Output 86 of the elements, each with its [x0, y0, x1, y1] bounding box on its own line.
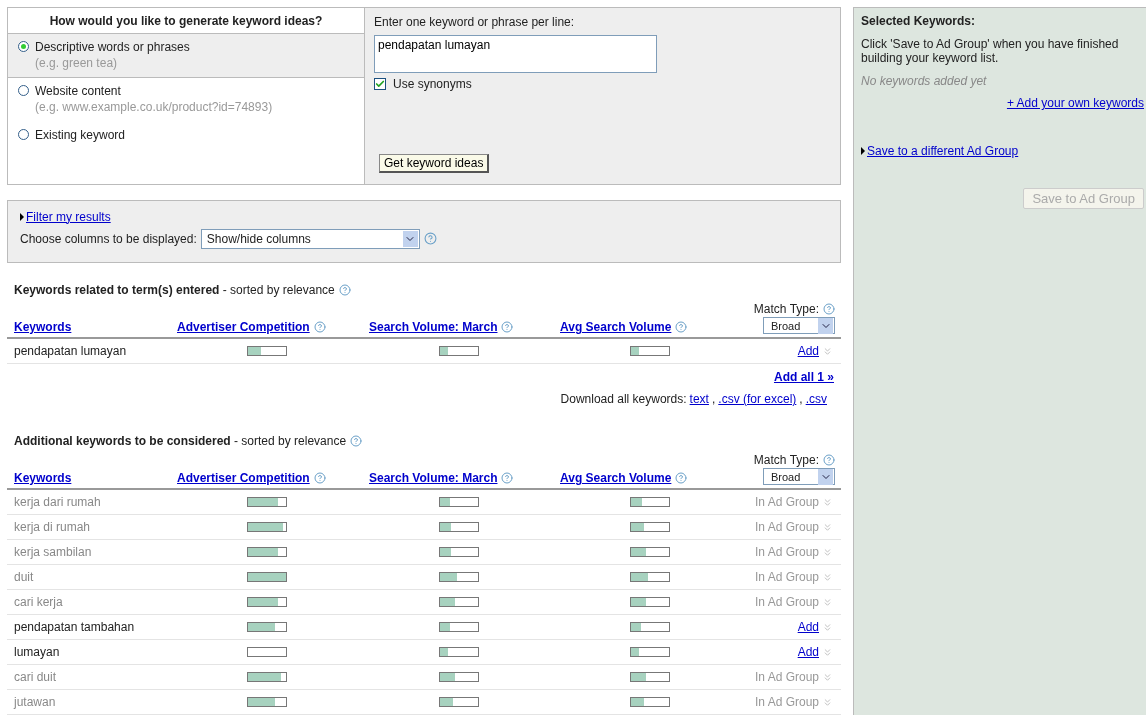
keyword-text: pendapatan tambahan: [14, 620, 136, 634]
help-icon[interactable]: [823, 454, 835, 466]
in-ad-group-label: In Ad Group: [754, 695, 819, 709]
column-header-link[interactable]: Avg Search Volume: [560, 471, 672, 485]
add-own-keywords-link[interactable]: + Add your own keywords: [1006, 96, 1144, 110]
in-ad-group-label: In Ad Group: [754, 570, 819, 584]
expand-icon[interactable]: [822, 521, 833, 533]
radio-button[interactable]: [18, 85, 29, 96]
help-icon[interactable]: [823, 303, 835, 315]
expand-icon[interactable]: [822, 696, 833, 708]
expand-icon[interactable]: [822, 496, 833, 508]
column-header-link[interactable]: Search Volume: March: [369, 320, 498, 334]
option-label: Existing keyword: [35, 128, 126, 142]
option-label: Website content: [35, 84, 122, 98]
panel-title: Selected Keywords:: [861, 14, 977, 28]
triangle-icon: [861, 147, 865, 155]
keyword-input[interactable]: pendapatan lumayan: [374, 35, 657, 73]
match-type-label: Match Type:: [753, 302, 819, 316]
keyword-text: lumayan: [14, 645, 61, 659]
in-ad-group-label: In Ad Group: [754, 595, 819, 609]
option-label: Descriptive words or phrases: [35, 40, 190, 54]
download-link[interactable]: .csv (for excel): [718, 392, 797, 406]
separator: ,: [711, 392, 716, 406]
get-ideas-button[interactable]: Get keyword ideas: [379, 153, 490, 173]
synonyms-checkbox[interactable]: [374, 78, 386, 90]
keyword-text: cari kerja: [14, 595, 64, 609]
keyword-text: kerja sambilan: [14, 545, 93, 559]
radio-button[interactable]: [18, 129, 29, 140]
radio-button[interactable]: [18, 41, 29, 52]
keyword-text: kerja dari rumah: [14, 495, 102, 509]
help-icon[interactable]: [501, 472, 514, 484]
option-example: (e.g. www.example.co.uk/product?id=74893): [35, 100, 273, 114]
section-title: Additional keywords to be considered - sorted by relevance: [14, 434, 347, 448]
expand-icon[interactable]: [822, 596, 833, 608]
download-link[interactable]: .csv: [805, 392, 827, 406]
help-icon[interactable]: [675, 321, 688, 333]
keyword-text: pendapatan lumayan: [14, 344, 128, 358]
expand-icon[interactable]: [822, 646, 833, 658]
in-ad-group-label: In Ad Group: [754, 520, 819, 534]
keyword-text: duit: [14, 570, 35, 584]
empty-note: No keywords added yet: [861, 74, 988, 88]
help-icon[interactable]: [423, 232, 437, 246]
add-link[interactable]: Add: [797, 620, 819, 634]
match-type-select[interactable]: Broad: [763, 317, 835, 334]
in-ad-group-label: In Ad Group: [754, 495, 819, 509]
match-type-label: Match Type:: [753, 453, 819, 467]
help-icon[interactable]: [313, 472, 326, 484]
download-label: Download all keywords:: [560, 392, 687, 406]
generate-option[interactable]: Descriptive words or phrases (e.g. green tea): [8, 34, 364, 78]
expand-icon[interactable]: [822, 571, 833, 583]
download-link[interactable]: text: [689, 392, 709, 406]
in-ad-group-label: In Ad Group: [754, 545, 819, 559]
input-label: Enter one keyword or phrase per line:: [374, 15, 576, 29]
match-type-select[interactable]: Broad: [763, 468, 835, 485]
column-header-link[interactable]: Keywords: [14, 471, 72, 485]
help-icon[interactable]: [313, 321, 326, 333]
in-ad-group-label: In Ad Group: [754, 670, 819, 684]
column-header-link[interactable]: Advertiser Competition: [177, 471, 310, 485]
separator: ,: [799, 392, 803, 406]
section-title: Keywords related to term(s) entered - sorted by relevance: [14, 283, 335, 297]
expand-icon[interactable]: [822, 621, 833, 633]
expand-icon[interactable]: [822, 546, 833, 558]
column-header-link[interactable]: Avg Search Volume: [560, 320, 672, 334]
column-header-link[interactable]: Advertiser Competition: [177, 320, 310, 334]
columns-select[interactable]: Show/hide columns: [200, 228, 420, 249]
help-icon[interactable]: [338, 284, 351, 296]
add-link[interactable]: Add: [797, 344, 819, 358]
help-icon[interactable]: [675, 472, 688, 484]
column-header-link[interactable]: Search Volume: March: [369, 471, 498, 485]
triangle-icon: [20, 212, 24, 221]
add-link[interactable]: Add: [797, 645, 819, 659]
help-icon[interactable]: [350, 435, 363, 447]
expand-icon[interactable]: [822, 671, 833, 683]
option-example: (e.g. green tea): [35, 56, 119, 70]
help-icon[interactable]: [501, 321, 514, 333]
columns-label: Choose columns to be displayed:: [20, 231, 197, 246]
expand-icon[interactable]: [822, 345, 833, 357]
checkbox-label: Use synonyms: [393, 77, 472, 91]
panel-instruction: Click 'Save to Ad Group' when you have finished building your keyword list.: [861, 37, 1120, 65]
add-all-link[interactable]: Add all 1 »: [773, 370, 834, 384]
filter-link[interactable]: Filter my results: [26, 209, 111, 224]
keyword-text: jutawan: [14, 695, 57, 709]
keyword-text: cari duit: [14, 670, 58, 684]
column-header-link[interactable]: Keywords: [14, 320, 72, 334]
save-different-link[interactable]: Save to a different Ad Group: [867, 144, 1019, 158]
keyword-text: kerja di rumah: [14, 520, 92, 534]
